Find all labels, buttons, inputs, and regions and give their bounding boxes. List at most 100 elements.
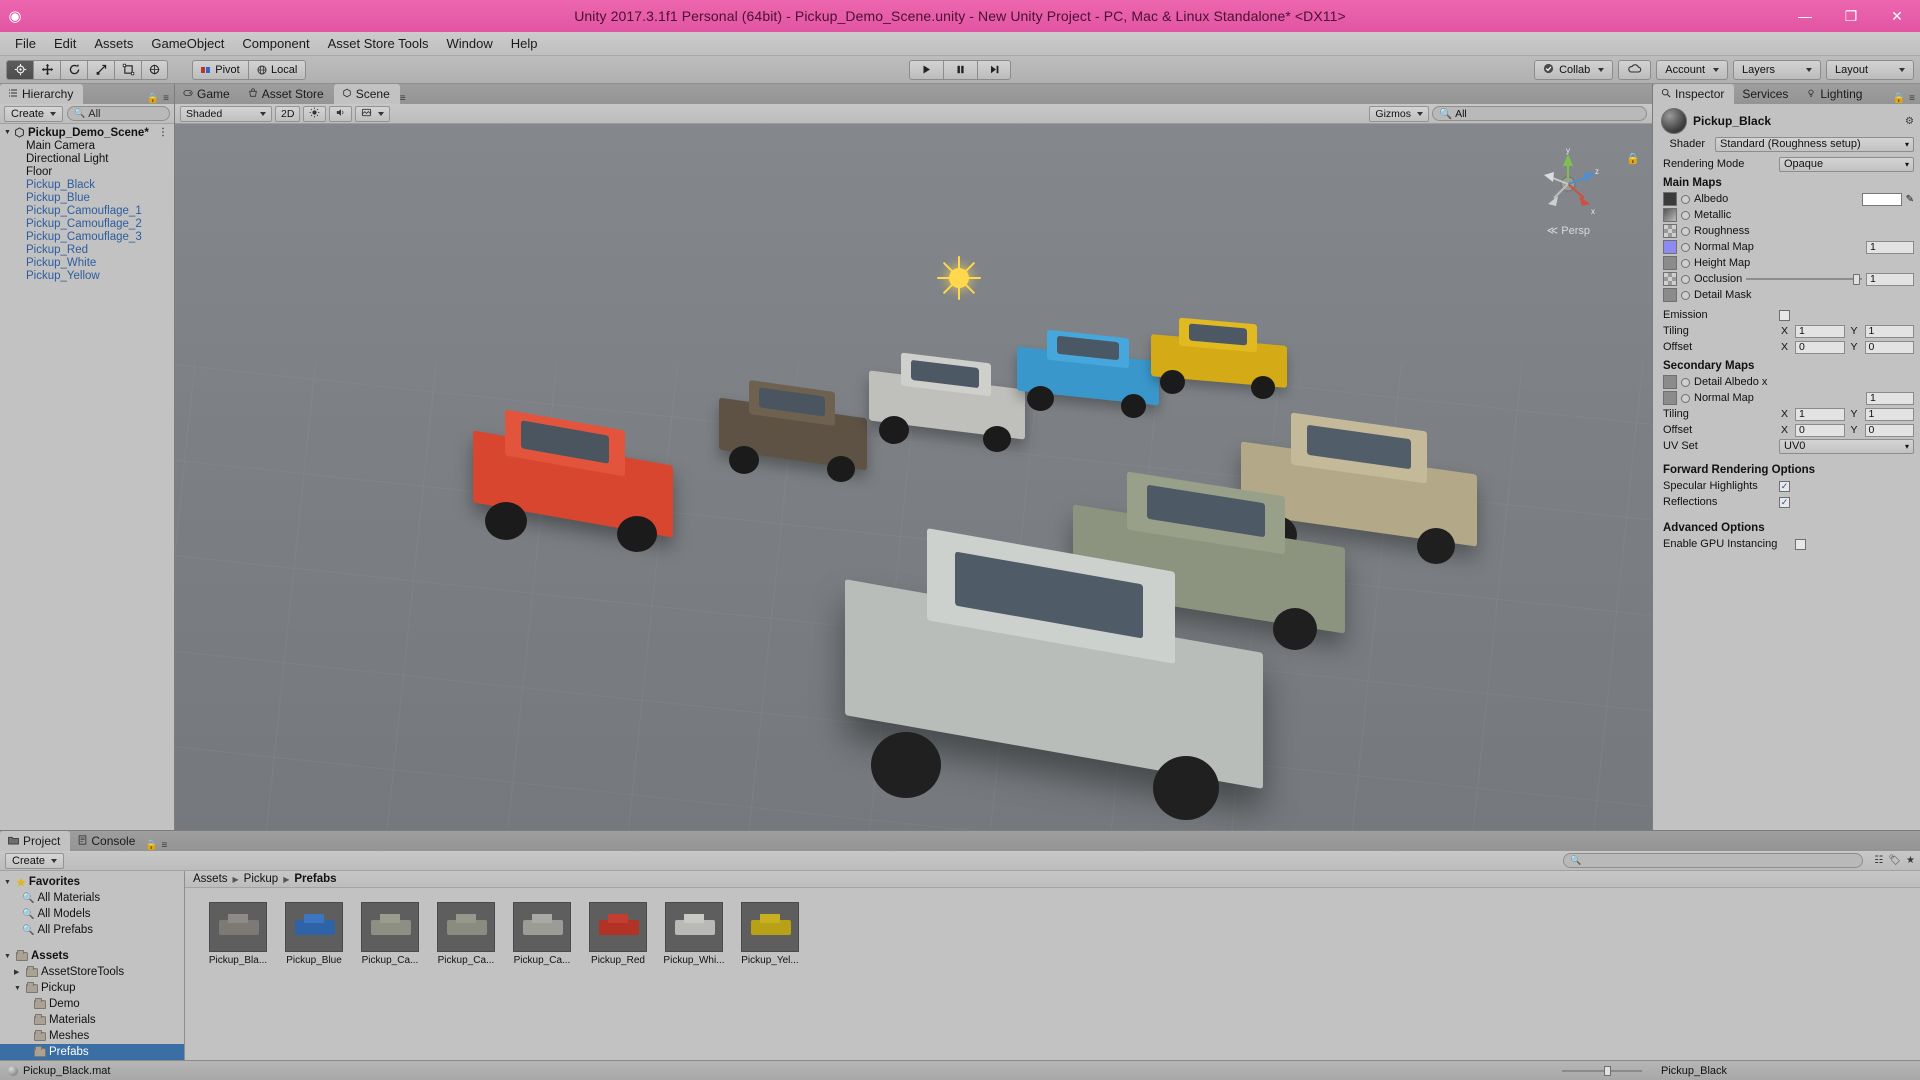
account-menu[interactable]: Account [1656, 59, 1728, 80]
project-tree-all-prefabs[interactable]: 🔍 All Prefabs [0, 922, 184, 938]
panel-menu-icon[interactable]: ≡ [1909, 93, 1915, 104]
normal-map-texture-slot[interactable] [1663, 240, 1677, 254]
chevron-down-icon[interactable]: ▼ [4, 953, 13, 960]
scene-context-menu-icon[interactable]: ⋮ [158, 127, 168, 138]
hierarchy-search-input[interactable]: 🔍 All [67, 106, 170, 121]
transform-tool-button[interactable] [141, 59, 168, 80]
hierarchy-item-pickup-black[interactable]: Pickup_Black [0, 178, 174, 191]
emission-checkbox[interactable] [1779, 309, 1790, 321]
secondary-normal-map-radio[interactable] [1681, 393, 1690, 403]
menu-file[interactable]: File [6, 34, 45, 53]
scene-viewport[interactable]: y z x ≪ Persp 🔒 [175, 124, 1652, 830]
hierarchy-item-pickup-white[interactable]: Pickup_White [0, 256, 174, 269]
project-search-input[interactable]: 🔍 [1563, 853, 1864, 868]
step-button[interactable] [977, 59, 1011, 80]
gpu-instancing-checkbox[interactable] [1795, 538, 1806, 550]
menu-assets[interactable]: Assets [85, 34, 142, 53]
main-offset-y-field[interactable]: 0 [1864, 340, 1914, 354]
asset-item[interactable]: Pickup_Yel... [739, 902, 801, 966]
height-map-radio[interactable] [1681, 258, 1690, 268]
detail-albedo-texture-slot[interactable] [1663, 375, 1677, 389]
occlusion-value-field[interactable]: 1 [1866, 272, 1914, 286]
collab-button[interactable]: Collab [1534, 59, 1614, 80]
specular-highlights-checkbox[interactable]: ✓ [1779, 480, 1790, 492]
move-tool-button[interactable] [33, 59, 60, 80]
scene-object-pickup-camouflage-3[interactable] [835, 524, 1295, 830]
favorite-icon[interactable]: ★ [1906, 855, 1915, 866]
secondary-tiling-x-field[interactable]: 1 [1795, 407, 1845, 421]
chevron-down-icon[interactable]: ▼ [4, 879, 13, 886]
scene-object-pickup-blue[interactable] [1013, 322, 1168, 432]
project-tree-materials[interactable]: Materials [0, 1012, 184, 1028]
metallic-radio[interactable] [1681, 210, 1690, 220]
tab-project[interactable]: Project [0, 831, 71, 851]
project-tree-meshes[interactable]: Meshes [0, 1028, 184, 1044]
close-button[interactable]: ✕ [1874, 0, 1920, 32]
scene-lighting-toggle[interactable] [303, 105, 327, 122]
layout-menu[interactable]: Layout [1826, 59, 1914, 80]
scene-object-pickup-black[interactable] [715, 372, 875, 492]
asset-item[interactable]: Pickup_Ca... [359, 902, 421, 966]
breadcrumb-prefabs[interactable]: Prefabs [294, 873, 336, 885]
tab-inspector[interactable]: Inspector [1653, 84, 1735, 104]
menu-asset-store-tools[interactable]: Asset Store Tools [319, 34, 438, 53]
project-tree-assetstoretools[interactable]: ▶ AssetStoreTools [0, 964, 184, 980]
secondary-offset-y-field[interactable]: 0 [1864, 423, 1914, 437]
scene-object-pickup-yellow[interactable] [1147, 310, 1297, 410]
roughness-radio[interactable] [1681, 226, 1690, 236]
secondary-normal-map-texture-slot[interactable] [1663, 391, 1677, 405]
menu-component[interactable]: Component [233, 34, 318, 53]
project-tree-assets[interactable]: ▼ Assets [0, 948, 184, 964]
hierarchy-item-floor[interactable]: Floor [0, 165, 174, 178]
scene-search-input[interactable]: 🔍 All [1432, 106, 1647, 121]
filter-by-label-icon[interactable]: 🏷 [1888, 855, 1901, 866]
asset-zoom-slider[interactable] [1562, 1065, 1642, 1077]
tab-services[interactable]: Services [1734, 84, 1798, 104]
project-create-button[interactable]: Create [5, 852, 65, 869]
filter-by-type-icon[interactable]: ☷ [1874, 855, 1883, 866]
secondary-offset-x-field[interactable]: 0 [1795, 423, 1845, 437]
secondary-normal-strength-field[interactable]: 1 [1866, 391, 1914, 405]
normal-map-radio[interactable] [1681, 242, 1690, 252]
cloud-button[interactable] [1618, 59, 1652, 80]
panel-menu-icon[interactable]: ≡ [161, 840, 167, 851]
panel-menu-icon[interactable]: ≡ [163, 93, 169, 104]
menu-window[interactable]: Window [438, 34, 502, 53]
main-tiling-y-field[interactable]: 1 [1864, 324, 1914, 338]
chevron-down-icon[interactable]: ▼ [14, 985, 23, 992]
scale-tool-button[interactable] [87, 59, 114, 80]
rendering-mode-dropdown[interactable]: Opaque ▾ [1779, 156, 1914, 172]
metallic-texture-slot[interactable] [1663, 208, 1677, 222]
tab-scene[interactable]: Scene [333, 84, 400, 104]
layers-menu[interactable]: Layers [1733, 59, 1821, 80]
hierarchy-scene-row[interactable]: ▼ Pickup_Demo_Scene* ⋮ [0, 126, 174, 139]
lock-icon[interactable]: 🔒 [1893, 93, 1905, 104]
secondary-tiling-y-field[interactable]: 1 [1864, 407, 1914, 421]
chevron-down-icon[interactable]: ▼ [4, 129, 14, 136]
albedo-radio[interactable] [1681, 194, 1690, 204]
shader-dropdown[interactable]: Standard (Roughness setup) ▾ [1715, 136, 1914, 152]
main-tiling-x-field[interactable]: 1 [1795, 324, 1845, 338]
pause-button[interactable] [943, 59, 977, 80]
normal-map-strength-field[interactable]: 1 [1866, 240, 1914, 254]
scene-object-pickup-red[interactable] [465, 406, 695, 556]
tab-lighting[interactable]: Lighting [1798, 84, 1872, 104]
occlusion-radio[interactable] [1681, 274, 1690, 284]
menu-help[interactable]: Help [502, 34, 547, 53]
project-tree-prefabs[interactable]: Prefabs [0, 1044, 184, 1060]
rect-tool-button[interactable] [114, 59, 141, 80]
reflections-checkbox[interactable]: ✓ [1779, 496, 1790, 508]
roughness-texture-slot[interactable] [1663, 224, 1677, 238]
directional-light-gizmo[interactable] [937, 256, 981, 300]
albedo-texture-slot[interactable] [1663, 192, 1677, 206]
hierarchy-item-pickup-camouflage-1[interactable]: Pickup_Camouflage_1 [0, 204, 174, 217]
project-tree[interactable]: ▼ ★ Favorites 🔍 All Materials 🔍 All Mode… [0, 871, 185, 1060]
albedo-color-field[interactable] [1861, 192, 1902, 206]
scene-object-pickup-white[interactable] [865, 346, 1035, 464]
gizmos-dropdown[interactable]: Gizmos [1369, 105, 1429, 122]
hierarchy-item-pickup-camouflage-2[interactable]: Pickup_Camouflage_2 [0, 217, 174, 230]
project-tree-all-materials[interactable]: 🔍 All Materials [0, 890, 184, 906]
scene-lock-icon[interactable]: 🔒 [1626, 152, 1640, 165]
hierarchy-item-pickup-blue[interactable]: Pickup_Blue [0, 191, 174, 204]
asset-item[interactable]: Pickup_Ca... [435, 902, 497, 966]
